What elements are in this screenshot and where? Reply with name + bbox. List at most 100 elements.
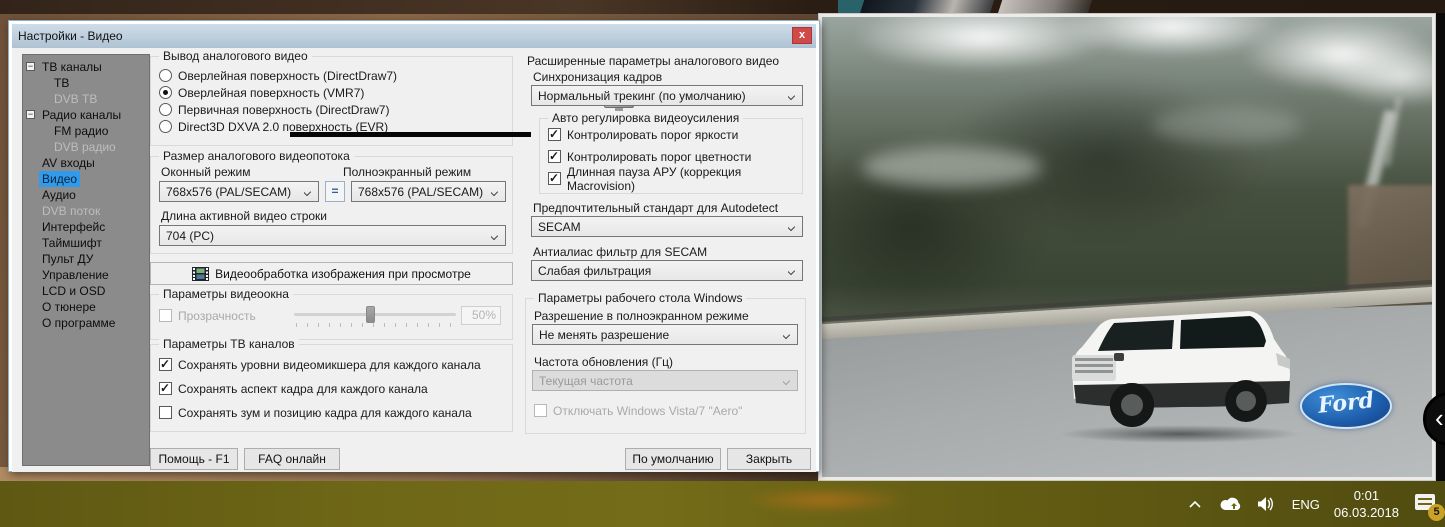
radio-icon[interactable] <box>159 120 172 133</box>
black-marker-bar <box>290 132 531 137</box>
white-suv <box>1054 289 1309 439</box>
tree-item-control[interactable]: Управление <box>23 267 149 283</box>
tree-item-about-tuner[interactable]: О тюнере <box>23 299 149 315</box>
onedrive-cloud-icon[interactable] <box>1220 493 1242 515</box>
radio-overlay-vmr7[interactable]: Оверлейная поверхность (VMR7) <box>159 85 364 100</box>
active-line-label: Длина активной видео строки <box>161 209 327 223</box>
tree-item-lcd-osd[interactable]: LCD и OSD <box>23 283 149 299</box>
resolution-select[interactable]: Не менять разрешение <box>532 324 798 345</box>
agc-group: Авто регулировка видеоусиления Контролир… <box>539 118 803 194</box>
system-tray: ENG 0:01 06.03.2018 5 <box>1184 481 1439 527</box>
tree-item-about-program[interactable]: О программе <box>23 315 149 331</box>
radio-overlay-dd7[interactable]: Оверлейная поверхность (DirectDraw7) <box>159 68 397 83</box>
radio-icon[interactable] <box>159 86 172 99</box>
defaults-button[interactable]: По умолчанию <box>625 448 721 470</box>
chevron-down-icon <box>788 268 795 275</box>
chevron-down-icon <box>788 93 795 100</box>
slider-ticks <box>296 323 456 327</box>
checkbox-icon[interactable] <box>548 172 561 185</box>
tree-item-radio-channels[interactable]: −Радио каналы <box>23 107 149 123</box>
keep-zoom-checkbox[interactable]: Сохранять зум и позицию кадра для каждог… <box>159 405 472 420</box>
sync-select[interactable]: Нормальный трекинг (по умолчанию) <box>531 85 803 106</box>
tree-item-av-inputs[interactable]: AV входы <box>23 155 149 171</box>
wallpaper-top-strip <box>0 0 1445 14</box>
settings-category-tree: −ТВ каналы ТВ DVB ТВ −Радио каналы FM ра… <box>22 54 150 466</box>
checkbox-icon <box>534 404 547 417</box>
windowed-mode-select[interactable]: 768x576 (PAL/SECAM) <box>159 181 319 202</box>
keep-mixer-levels-checkbox[interactable]: Сохранять уровни видеомикшера для каждог… <box>159 357 481 372</box>
transparency-checkbox: Прозрачность <box>159 308 256 323</box>
dialog-title: Настройки - Видео <box>18 29 123 43</box>
desktop-group: Параметры рабочего стола Windows Разреше… <box>525 298 806 434</box>
refresh-select: Текущая частота <box>532 370 798 391</box>
radio-icon[interactable] <box>159 69 172 82</box>
windowed-mode-label: Оконный режим <box>161 165 251 179</box>
advanced-title: Расширенные параметры аналогового видео <box>527 54 779 68</box>
tree-item-interface[interactable]: Интерфейс <box>23 219 149 235</box>
tree-item-timeshift[interactable]: Таймшифт <box>23 235 149 251</box>
group-title: Параметры рабочего стола Windows <box>534 291 746 305</box>
tree-item-tv-channels[interactable]: −ТВ каналы <box>23 59 149 75</box>
transparency-slider <box>294 313 456 316</box>
agc-pause-checkbox[interactable]: Длинная пауза АРУ (коррекция Macrovision… <box>548 171 802 186</box>
antialias-select[interactable]: Слабая фильтрация <box>531 260 803 281</box>
active-line-select[interactable]: 704 (PC) <box>159 225 506 246</box>
close-button[interactable]: x <box>792 27 812 44</box>
antialias-label: Антиалиас фильтр для SECAM <box>533 245 707 259</box>
mist <box>862 147 1042 187</box>
help-button[interactable]: Помощь - F1 <box>150 448 238 470</box>
chroma-threshold-checkbox[interactable]: Контролировать порог цветности <box>548 149 751 164</box>
group-title: Параметры видеоокна <box>159 287 293 301</box>
settings-dialog: Настройки - Видео x −ТВ каналы ТВ DVB ТВ… <box>8 20 820 472</box>
tree-item-remote[interactable]: Пульт ДУ <box>23 251 149 267</box>
radio-icon[interactable] <box>159 103 172 116</box>
film-strip-icon <box>192 267 209 281</box>
transparency-value: 50% <box>461 306 501 325</box>
language-indicator[interactable]: ENG <box>1292 497 1320 512</box>
faq-button[interactable]: FAQ онлайн <box>244 448 340 470</box>
radio-primary-dd7[interactable]: Первичная поверхность (DirectDraw7) <box>159 102 389 117</box>
checkbox-icon[interactable] <box>159 406 172 419</box>
tree-item-fm-radio[interactable]: FM радио <box>23 123 149 139</box>
desktop: Ford ‹ Настройки - Видео x −ТВ каналы ТВ… <box>0 0 1445 527</box>
clock-date: 06.03.2018 <box>1334 504 1399 521</box>
dialog-titlebar[interactable]: Настройки - Видео x <box>12 24 816 48</box>
action-center-icon[interactable]: 5 <box>1413 491 1439 517</box>
chevron-down-icon <box>304 189 311 196</box>
fullscreen-mode-select[interactable]: 768x576 (PAL/SECAM) <box>351 181 506 202</box>
close-dialog-button[interactable]: Закрыть <box>727 448 811 470</box>
video-preview-window[interactable]: Ford <box>818 13 1436 481</box>
disable-aero-checkbox: Отключать Windows Vista/7 "Aero" <box>534 403 742 418</box>
tray-expand-chevron-icon[interactable] <box>1184 493 1206 515</box>
chevron-down-icon <box>783 332 790 339</box>
chevron-down-icon <box>788 224 795 231</box>
taskbar[interactable]: ENG 0:01 06.03.2018 5 <box>0 481 1445 527</box>
checkbox-icon[interactable] <box>548 128 561 141</box>
video-window-group: Параметры видеоокна Прозрачность 50% <box>150 294 513 340</box>
main-column: Вывод аналогового видео Оверлейная повер… <box>150 48 513 472</box>
collapse-icon[interactable]: − <box>26 110 35 119</box>
slider-thumb <box>366 306 375 323</box>
volume-icon[interactable] <box>1256 493 1278 515</box>
collapse-icon[interactable]: − <box>26 62 35 71</box>
equals-link-button[interactable]: = <box>325 181 345 202</box>
fullscreen-mode-label: Полноэкранный режим <box>343 165 471 179</box>
autodetect-select[interactable]: SECAM <box>531 216 803 237</box>
checkbox-icon[interactable] <box>548 150 561 163</box>
tree-item-tv[interactable]: ТВ <box>23 75 149 91</box>
video-processing-button[interactable]: Видеообработка изображения при просмотре <box>150 262 513 285</box>
dialog-body: −ТВ каналы ТВ DVB ТВ −Радио каналы FM ра… <box>12 48 816 472</box>
tree-item-audio[interactable]: Аудио <box>23 187 149 203</box>
resolution-label: Разрешение в полноэкранном режиме <box>534 309 749 323</box>
keep-aspect-checkbox[interactable]: Сохранять аспект кадра для каждого канал… <box>159 381 428 396</box>
ford-logo: Ford <box>1300 383 1392 429</box>
tree-item-video[interactable]: Видео <box>23 171 149 187</box>
clock-time: 0:01 <box>1334 487 1399 504</box>
advanced-column: Расширенные параметры аналогового видео … <box>525 48 810 472</box>
checkbox-icon[interactable] <box>159 358 172 371</box>
brightness-threshold-checkbox[interactable]: Контролировать порог яркости <box>548 127 738 142</box>
clock[interactable]: 0:01 06.03.2018 <box>1334 487 1399 521</box>
group-title: Размер аналогового видеопотока <box>159 149 354 163</box>
checkbox-icon[interactable] <box>159 382 172 395</box>
chevron-down-icon <box>491 189 498 196</box>
